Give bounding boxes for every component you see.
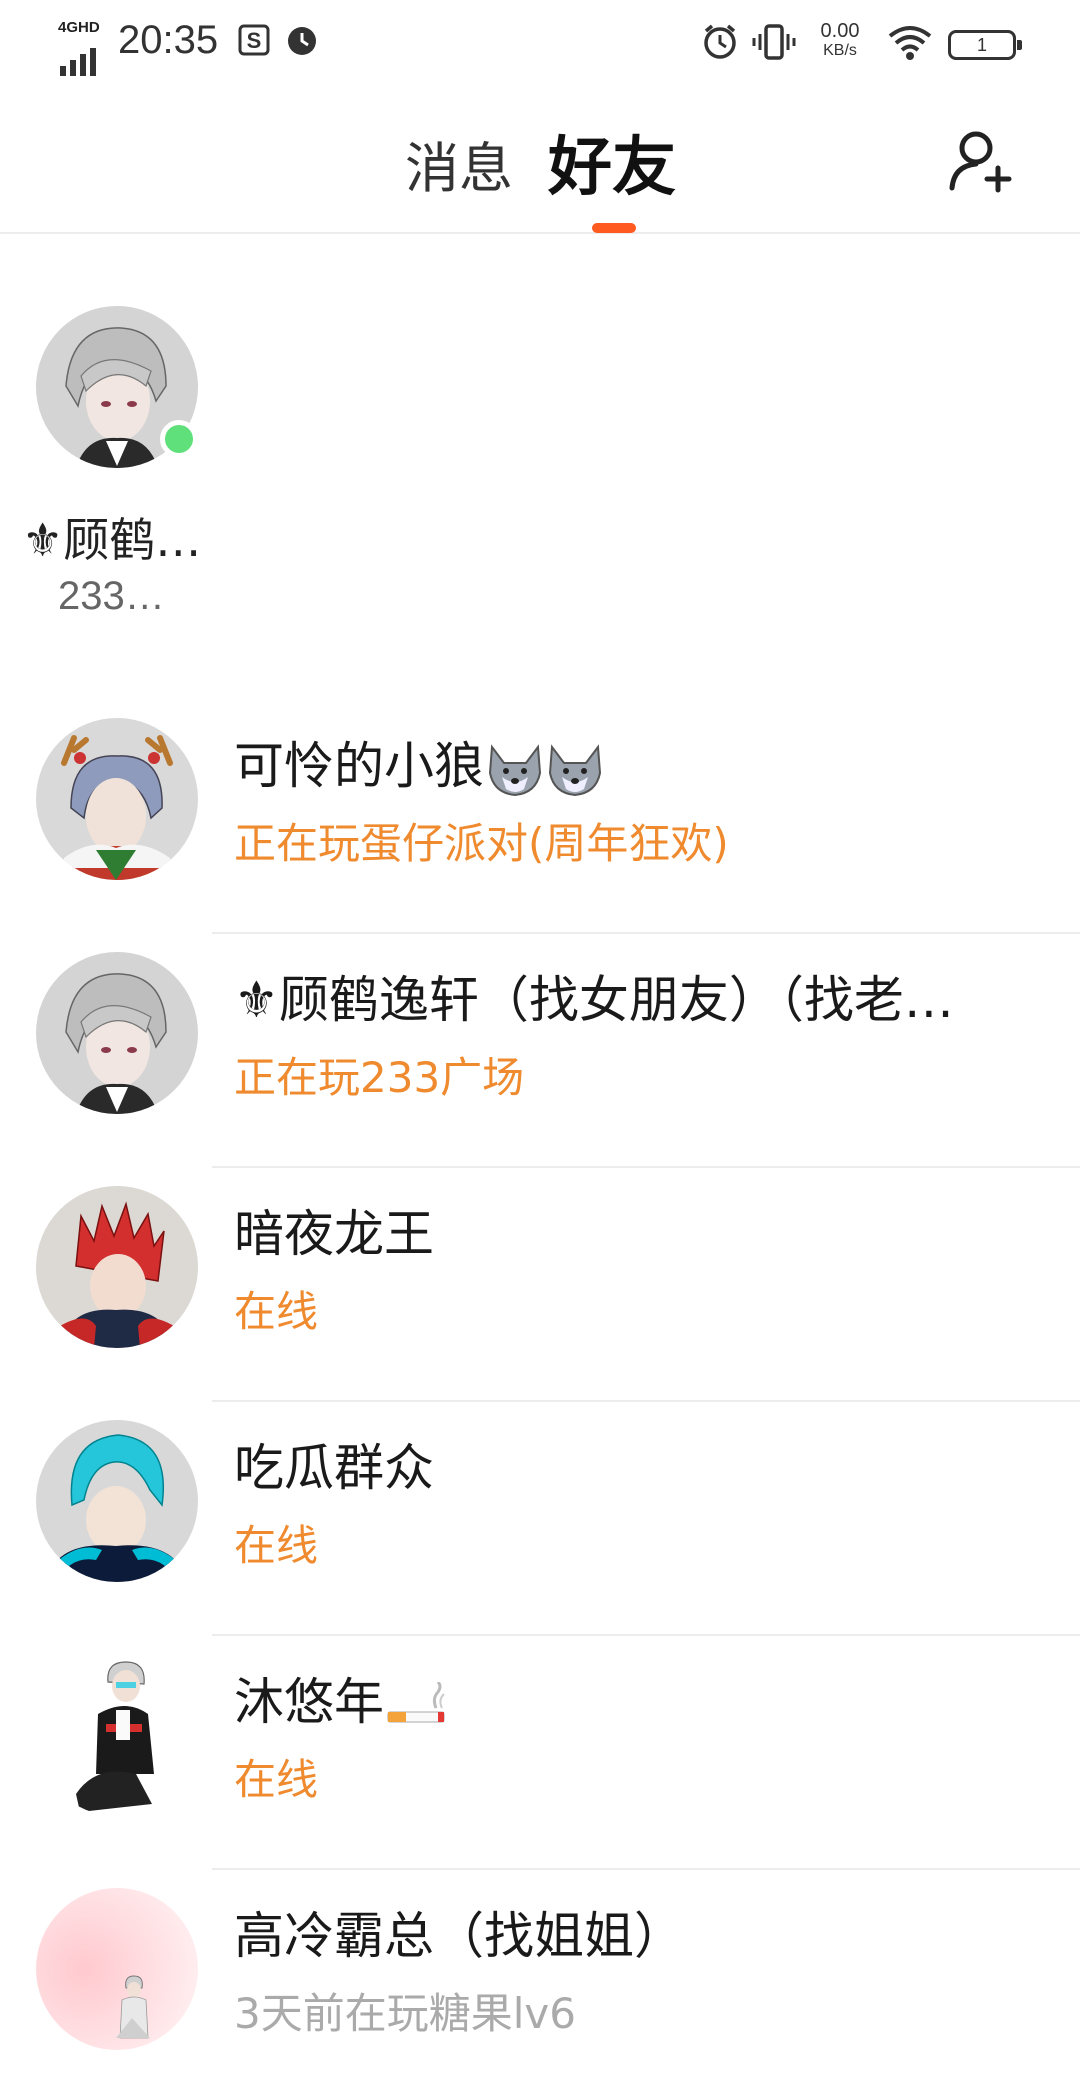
wifi-icon [888, 26, 932, 60]
avatar[interactable] [36, 1186, 198, 1348]
alarm-clock-icon [704, 24, 736, 59]
friend-status: 3天前在玩糖果lv6 [234, 1989, 576, 2038]
tab-active-indicator [592, 223, 636, 233]
tab-messages[interactable]: 消息 [405, 124, 513, 203]
avatar[interactable] [36, 718, 198, 880]
friend-name: 吃瓜群众 [234, 1439, 434, 1497]
alarm-icon [288, 27, 316, 55]
vibrate-icon [752, 24, 796, 60]
notification-s-icon: S [238, 24, 270, 56]
add-user-icon[interactable] [948, 128, 1014, 194]
tab-friends[interactable]: 好友 [548, 116, 676, 208]
avatar[interactable] [36, 1888, 198, 2050]
friend-status: 在线 [234, 1287, 319, 1336]
clock-time: 20:35 [118, 18, 219, 62]
featured-friend-subtitle: 233… [58, 574, 165, 618]
friend-name: 暗夜龙王 [234, 1205, 434, 1263]
friend-name: 高冷霸总（找姐姐） [234, 1907, 684, 1965]
list-item[interactable]: 暗夜龙王 在线 [0, 1168, 1080, 1402]
featured-friend-name: ⚜顾鹤… [22, 513, 202, 567]
status-bar: 4GHD 20:35 S 0.00 KB/s 1 [0, 0, 1080, 86]
avatar[interactable] [36, 1420, 198, 1582]
network-type: 4GHD [58, 19, 100, 36]
list-item[interactable]: 吃瓜群众 在线 [0, 1402, 1080, 1636]
list-item[interactable]: 沐悠年 在线 [0, 1636, 1080, 1870]
list-item[interactable]: 高冷霸总（找姐姐） 3天前在玩糖果lv6 [0, 1870, 1080, 2090]
wolf-emoji-icon [548, 743, 602, 796]
header: 消息 好友 [0, 86, 1080, 234]
avatar[interactable] [36, 952, 198, 1114]
svg-text:S: S [247, 28, 262, 53]
signal-icon [60, 40, 106, 76]
friend-status: 正在玩蛋仔派对(周年狂欢) [234, 819, 729, 868]
list-item[interactable]: ⚜顾鹤逸轩（找女朋友）（找老… 正在玩233广场 [0, 934, 1080, 1168]
friend-status: 正在玩233广场 [234, 1053, 525, 1102]
network-speed: 0.00 KB/s [820, 20, 860, 59]
avatar[interactable] [36, 1654, 198, 1816]
friend-status: 在线 [234, 1521, 319, 1570]
wolf-emoji-icon [488, 743, 542, 796]
friend-status: 在线 [234, 1755, 319, 1804]
featured-friend[interactable]: ⚜顾鹤… 233… [0, 234, 230, 654]
friend-name: 可怜的小狼 [234, 726, 1034, 798]
battery-indicator: 1 [948, 30, 1022, 60]
status-right: 0.00 KB/s 1 [700, 18, 1080, 74]
list-item[interactable]: 可怜的小狼 正在玩蛋仔派对(周年狂欢) [0, 700, 1080, 934]
cigarette-emoji-icon [387, 1681, 445, 1722]
online-indicator [160, 420, 198, 458]
friend-name: 沐悠年 [234, 1662, 1034, 1734]
friend-name: ⚜顾鹤逸轩（找女朋友）（找老… [234, 971, 954, 1029]
friend-list: 可怜的小狼 正在玩蛋仔派对(周年狂欢) ⚜顾鹤逸轩（找女朋友）（找老… 正在玩2… [0, 700, 1080, 2090]
